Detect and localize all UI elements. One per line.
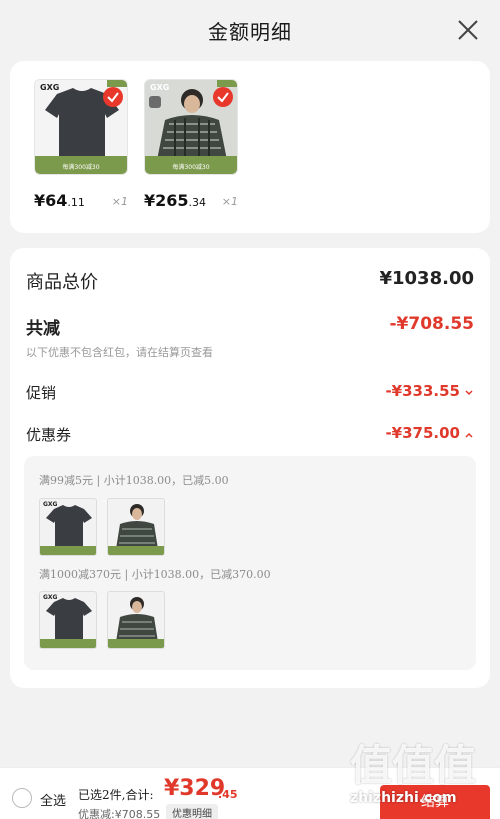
coupon-rule: 满1000减370元 | 小计1038.00，已减370.00 (39, 568, 271, 581)
product-price: ¥265.34 (144, 191, 207, 210)
reduce-label: 共减 (26, 319, 60, 339)
brand-logo: GXG (150, 83, 170, 92)
page-title: 金额明细 (208, 20, 292, 44)
grand-total: ¥329 (164, 776, 226, 801)
promo-band (108, 546, 164, 555)
promo-band (40, 639, 96, 648)
reduce-note: 以下优惠不包含红包，请在结算页查看 (26, 346, 213, 359)
coupon-detail-box: 满99减5元 | 小计1038.00，已减5.00 GXG 满1000减370元… (24, 456, 476, 670)
product-item[interactable]: 每满300减30 GXG ¥265.34 ×1 (144, 79, 238, 210)
mini-thumbnail: GXG (39, 591, 97, 649)
chevron-down-icon[interactable] (464, 388, 474, 398)
check-icon[interactable] (103, 87, 123, 107)
product-item[interactable]: GXG 每满300减30 ¥64.11 ×1 (34, 79, 128, 210)
mini-thumbnail (107, 591, 165, 649)
selected-info: 已选2件,合计: (78, 788, 154, 802)
promo-tag (107, 80, 127, 87)
total-value: ¥1038.00 (379, 268, 474, 289)
product-thumbnail[interactable]: GXG 每满300减30 (34, 79, 128, 175)
mini-thumbnail: GXG (39, 498, 97, 556)
select-all-label[interactable]: 全选 (40, 790, 66, 809)
product-qty: ×1 (111, 195, 128, 208)
coupon-row[interactable]: 优惠券 -¥375.00 (26, 424, 474, 444)
product-qty: ×1 (221, 195, 238, 208)
product-thumbnail[interactable]: 每满300减30 GXG (144, 79, 238, 175)
product-price: ¥64.11 (34, 191, 85, 210)
discount-info: 优惠减:¥708.55 (78, 808, 161, 819)
promo-band (40, 546, 96, 555)
chevron-up-icon[interactable] (464, 430, 474, 440)
promo-row[interactable]: 促销 -¥333.55 (26, 382, 474, 402)
promo-value: -¥333.55 (385, 382, 460, 400)
watermark-url: zhizhizhi.com (350, 790, 457, 806)
products-card: GXG 每满300减30 ¥64.11 ×1 每满300减30 GXG ¥265… (10, 61, 490, 233)
reduce-value: -¥708.55 (389, 314, 475, 334)
grand-total-cents: .45 (218, 788, 238, 801)
mini-thumbnail (107, 498, 165, 556)
promo-band: 每满300减30 (35, 156, 127, 174)
coupon-rule: 满99减5元 | 小计1038.00，已减5.00 (39, 474, 229, 487)
promo-band: 每满300减30 (145, 156, 237, 174)
price-row: ¥64.11 ×1 (34, 191, 128, 211)
coupon-value: -¥375.00 (385, 424, 460, 442)
header: 金额明细 (0, 0, 500, 60)
select-all-radio[interactable] (12, 788, 32, 808)
price-row: ¥265.34 ×1 (144, 191, 238, 211)
promo-tag (217, 80, 237, 87)
total-row: 商品总价 ¥1038.00 (26, 268, 474, 293)
coupon-label: 优惠券 (26, 426, 72, 444)
check-icon[interactable] (213, 87, 233, 107)
total-label: 商品总价 (26, 272, 98, 293)
summary-card: 商品总价 ¥1038.00 共减 -¥708.55 以下优惠不包含红包，请在结算… (10, 248, 490, 688)
promo-band (108, 639, 164, 648)
promo-label: 促销 (26, 384, 57, 402)
discount-detail-button[interactable]: 优惠明细 (166, 804, 218, 819)
reduce-note-row: 以下优惠不包含红包，请在结算页查看 (26, 344, 474, 360)
reduce-row: 共减 -¥708.55 (26, 314, 475, 339)
close-icon[interactable] (456, 18, 480, 42)
